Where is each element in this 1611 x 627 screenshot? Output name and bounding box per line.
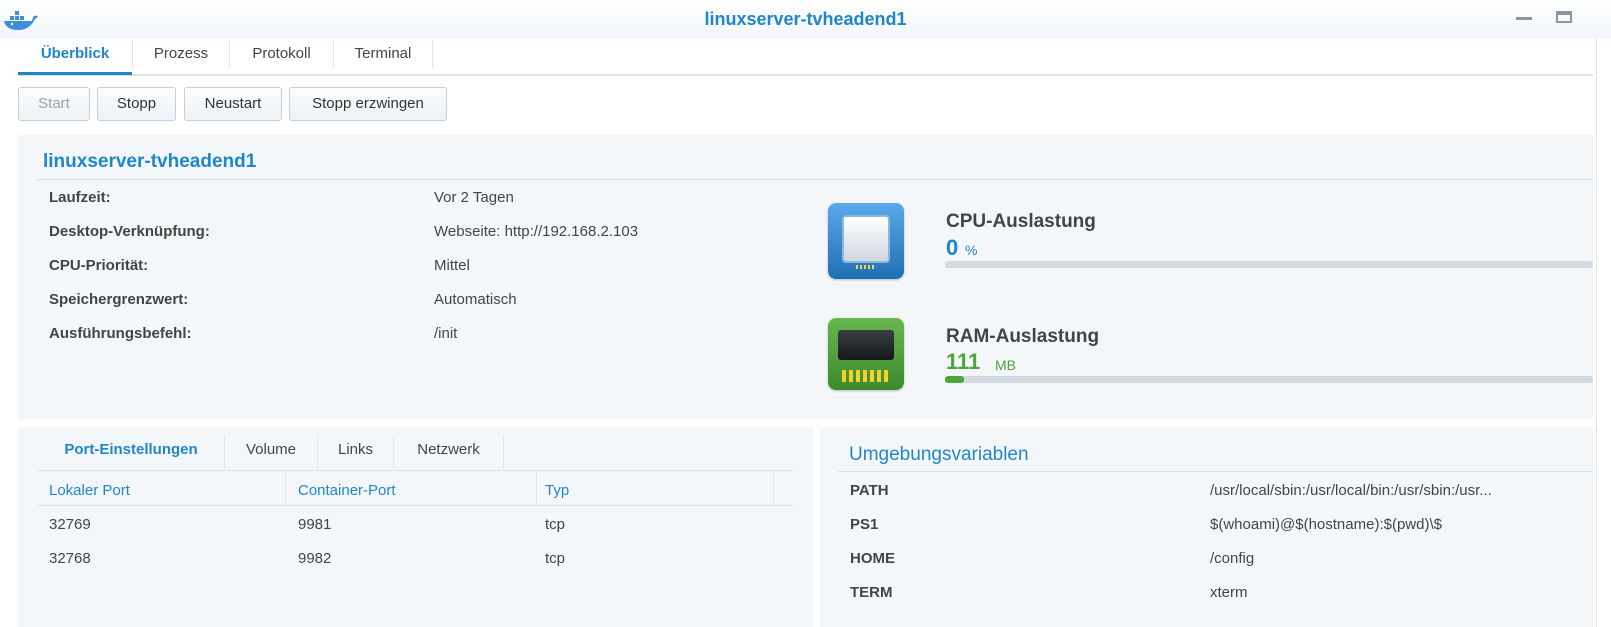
execution-command-value: /init (434, 325, 458, 342)
overview-panel: linuxserver-tvheadend1 Laufzeit: Vor 2 T… (18, 135, 1593, 419)
start-button[interactable]: Start (18, 87, 90, 121)
tab-terminal[interactable]: Terminal (334, 38, 432, 74)
environment-panel: Umgebungsvariablen PATH /usr/local/sbin:… (820, 427, 1593, 627)
divider (36, 179, 1593, 180)
tab-process[interactable]: Prozess (133, 38, 229, 74)
column-header-local-port[interactable]: Lokaler Port (49, 482, 130, 499)
uptime-value: Vor 2 Tagen (434, 189, 514, 206)
minimize-button[interactable] (1516, 17, 1532, 20)
memory-limit-label: Speichergrenzwert: (49, 291, 189, 308)
env-key-path: PATH (850, 482, 889, 499)
cpu-usage-unit: % (965, 242, 978, 258)
main-tabs: Überblick Prozess Protokoll Terminal (18, 38, 1593, 76)
uptime-label: Laufzeit: (49, 189, 111, 206)
scrollbar[interactable] (1596, 38, 1611, 627)
stop-button[interactable]: Stopp (97, 87, 176, 121)
cpu-usage-value: 0 (946, 235, 959, 260)
env-value-term: xterm (1210, 584, 1248, 601)
header-divider (38, 505, 793, 506)
env-value-home: /config (1210, 550, 1255, 567)
ram-usage-fill (945, 376, 965, 383)
ram-usage-unit: MB (995, 357, 1016, 373)
ram-usage-title: RAM-Auslastung (946, 326, 1100, 347)
container-port-cell: 9981 (298, 516, 332, 533)
ram-module-icon (828, 318, 904, 390)
container-name-title: linuxserver-tvheadend1 (43, 151, 257, 172)
memory-limit-value: Automatisch (434, 291, 517, 308)
maximize-button[interactable] (1556, 11, 1572, 23)
env-key-home: HOME (850, 550, 895, 567)
env-value-path: /usr/local/sbin:/usr/local/bin:/usr/sbin… (1210, 482, 1492, 499)
column-header-type[interactable]: Typ (545, 482, 569, 499)
desktop-shortcut-label: Desktop-Verknüpfung: (49, 223, 210, 240)
local-port-cell: 32769 (49, 516, 91, 533)
cpu-usage-bar (945, 261, 1593, 268)
type-cell: tcp (545, 516, 566, 533)
window-title: linuxserver-tvheadend1 (704, 9, 907, 29)
restart-button[interactable]: Neustart (184, 87, 282, 121)
title-bar: linuxserver-tvheadend1 (0, 0, 1611, 38)
column-divider (536, 471, 537, 505)
cpu-usage-title: CPU-Auslastung (946, 211, 1096, 232)
ports-panel: Port-Einstellungen Volume Links Netzwerk… (18, 427, 813, 627)
execution-command-label: Ausführungsbefehl: (49, 325, 192, 342)
cpu-priority-value: Mittel (434, 257, 470, 274)
env-key-term: TERM (850, 584, 893, 601)
tab-divider (503, 435, 504, 469)
cpu-priority-label: CPU-Priorität: (49, 257, 149, 274)
ram-usage-value: 111 (946, 349, 981, 374)
settings-tabs: Port-Einstellungen Volume Links Netzwerk (38, 433, 793, 471)
tab-overview[interactable]: Überblick (18, 38, 132, 74)
column-divider (773, 471, 774, 505)
tab-network[interactable]: Netzwerk (394, 439, 503, 467)
divider (838, 471, 1593, 472)
local-port-cell: 32768 (49, 550, 91, 567)
ram-usage-bar (945, 376, 1593, 383)
container-port-cell: 9982 (298, 550, 332, 567)
environment-title: Umgebungsvariablen (849, 444, 1029, 465)
column-header-container-port[interactable]: Container-Port (298, 482, 396, 499)
env-value-ps1: $(whoami)@$(hostname):$(pwd)\$ (1210, 516, 1442, 533)
active-tab-indicator (18, 72, 132, 75)
cpu-chip-icon (828, 203, 904, 279)
tab-volume[interactable]: Volume (225, 439, 317, 467)
column-divider (285, 471, 286, 505)
desktop-shortcut-value: Webseite: http://192.168.2.103 (434, 223, 639, 240)
tab-log[interactable]: Protokoll (230, 38, 333, 74)
env-key-ps1: PS1 (850, 516, 879, 533)
tab-links[interactable]: Links (318, 439, 393, 467)
tab-divider (432, 40, 433, 68)
type-cell: tcp (545, 550, 566, 567)
force-stop-button[interactable]: Stopp erzwingen (289, 87, 447, 121)
tab-port-settings[interactable]: Port-Einstellungen (38, 439, 224, 467)
